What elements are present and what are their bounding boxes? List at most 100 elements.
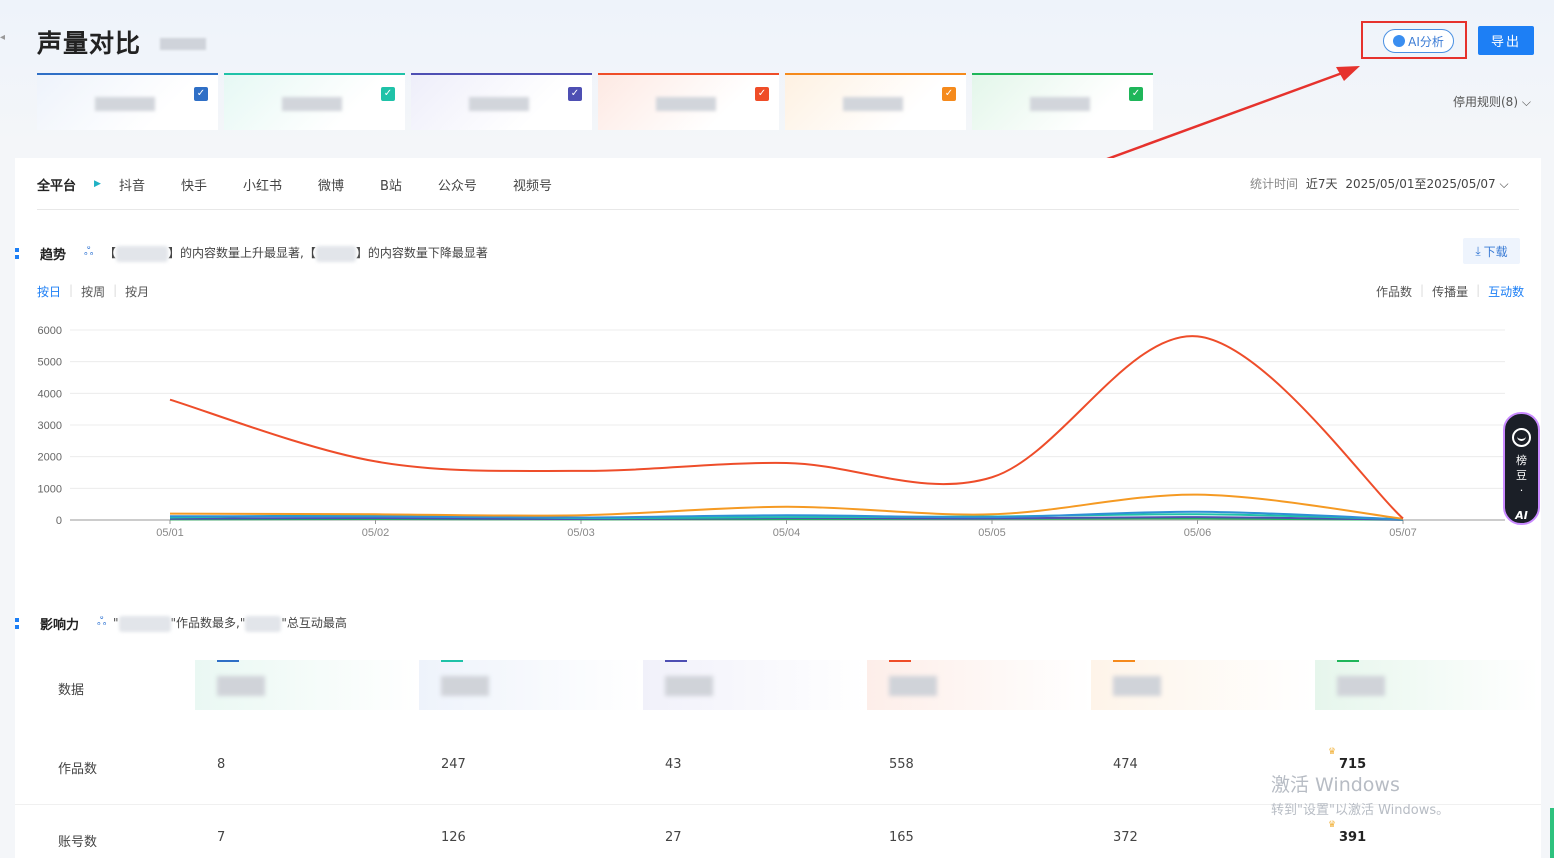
stat-time-dates: 2025/05/01至2025/05/07 ⌵: [1345, 177, 1509, 191]
watermark-line2: 转到"设置"以激活 Windows。: [1271, 803, 1450, 818]
brand-name-redacted: [843, 97, 903, 111]
separator: |: [69, 283, 74, 297]
trend-desc-part1: 】的内容数量上升最显著,【: [168, 246, 316, 260]
brand-name-redacted: [95, 97, 155, 111]
granularity-day[interactable]: 按日: [37, 283, 61, 300]
brand-card[interactable]: ✓: [972, 73, 1153, 130]
brand-checkbox[interactable]: ✓: [1129, 87, 1143, 101]
user-group-icon: ஃ: [84, 244, 94, 258]
brand-color-marker: [1337, 660, 1359, 662]
tab-kuaishou[interactable]: 快手: [181, 175, 207, 194]
x-tick-label: 05/01: [156, 527, 184, 539]
brand-checkbox[interactable]: ✓: [568, 87, 582, 101]
brand-color-marker: [441, 660, 463, 662]
brand-name-redacted: [217, 676, 265, 696]
brand-name-redacted: [1337, 676, 1385, 696]
stat-time-selector[interactable]: 统计时间 近7天 2025/05/01至2025/05/07 ⌵: [1250, 175, 1509, 192]
brand-card[interactable]: ✓: [224, 73, 405, 130]
trend-desc-open: 【: [104, 246, 117, 260]
brand-name-redacted: [665, 676, 713, 696]
trend-desc-part2: 】的内容数量下降最显著: [355, 246, 488, 260]
trend-description: 【 】的内容数量上升最显著,【 】的内容数量下降最显著: [104, 244, 488, 262]
user-group-icon: ஃ: [97, 614, 107, 628]
tab-xiaohongshu[interactable]: 小红书: [243, 175, 282, 194]
brand-color-marker: [217, 660, 239, 662]
y-tick-label: 6000: [38, 325, 62, 337]
row-label-works: 作品数: [58, 762, 98, 777]
brand-name-redacted: [1030, 97, 1090, 111]
works-count-cell: 8: [217, 757, 226, 772]
brand-card[interactable]: ✓: [785, 73, 966, 130]
brand-name-redacted: [889, 676, 937, 696]
tab-douyin[interactable]: 抖音: [119, 175, 145, 194]
series-line: [169, 335, 1404, 520]
brand-checkbox[interactable]: ✓: [381, 87, 395, 101]
influence-title: 影响力: [40, 618, 80, 633]
download-button[interactable]: ⤓ 下载: [1463, 238, 1520, 264]
brand-name-redacted: [441, 676, 489, 696]
stop-rules-dropdown[interactable]: 停用规则(8) ⌵: [1453, 93, 1531, 110]
brand-card[interactable]: ✓: [598, 73, 779, 130]
brand-name-redacted: [1113, 676, 1161, 696]
x-tick-label: 05/07: [1389, 527, 1417, 539]
trend-title: 趋势: [40, 248, 67, 263]
trend-line-chart: 0 1000 2000 3000 4000 5000 6000 05/01 05/02 05/03…: [38, 325, 1505, 539]
x-tick-label: 05/04: [773, 527, 801, 539]
granularity-week[interactable]: 按周: [81, 283, 105, 300]
y-tick-label: 4000: [38, 388, 62, 400]
tab-channels[interactable]: 视频号: [513, 175, 552, 194]
works-count-cell: 474: [1113, 757, 1138, 772]
tab-all-platforms[interactable]: 全平台: [37, 175, 76, 194]
x-tick-label: 05/03: [567, 527, 595, 539]
x-tick-label: 05/05: [978, 527, 1006, 539]
tab-official-account[interactable]: 公众号: [438, 175, 477, 194]
accounts-count-cell: 7: [217, 830, 226, 845]
y-tick-label: 5000: [38, 357, 62, 369]
tab-weibo[interactable]: 微博: [318, 175, 344, 194]
stat-time-label: 统计时间: [1250, 177, 1299, 191]
accounts-count-cell: 372: [1113, 830, 1138, 845]
brand-color-marker: [1113, 660, 1135, 662]
y-tick-label: 3000: [38, 420, 62, 432]
redacted-chip: [245, 615, 282, 632]
download-label: 下载: [1483, 244, 1508, 259]
metric-reach[interactable]: 传播量: [1432, 283, 1468, 300]
works-count-cell: 247: [441, 757, 466, 772]
influence-description: " "作品数最多," "总互动最高: [113, 614, 347, 632]
brand-color-marker: [665, 660, 687, 662]
brand-checkbox[interactable]: ✓: [942, 87, 956, 101]
download-icon: ⤓: [1475, 243, 1481, 258]
brand-checkbox[interactable]: ✓: [194, 87, 208, 101]
redacted-chip: [118, 615, 171, 632]
brand-card[interactable]: ✓: [411, 73, 592, 130]
crown-icon: ♛: [1328, 820, 1337, 830]
bangdou-ai-widget[interactable]: 榜 豆 · AI: [1503, 412, 1540, 525]
section-marker: [15, 248, 19, 252]
brand-card[interactable]: ✓: [37, 73, 218, 130]
influence-desc-open: ": [113, 616, 119, 630]
stat-time-range: 近7天: [1305, 177, 1338, 191]
watermark-line1: 激活 Windows: [1271, 774, 1400, 796]
accounts-count-cell: 27: [665, 830, 682, 845]
granularity-month[interactable]: 按月: [125, 283, 149, 300]
accounts-count-cell: 165: [889, 830, 914, 845]
divider: [37, 209, 1519, 210]
tab-bilibili[interactable]: B站: [380, 175, 402, 194]
metric-works[interactable]: 作品数: [1376, 283, 1412, 300]
section-marker: [15, 618, 19, 622]
separator: |: [1420, 283, 1425, 297]
platform-tabs: 全平台 ▶ 抖音 快手 小红书 微博 B站 公众号 视频号: [37, 175, 588, 194]
brand-name-redacted: [282, 97, 342, 111]
brand-checkbox[interactable]: ✓: [755, 87, 769, 101]
accounts-count-cell: 126: [441, 830, 466, 845]
metric-interactions[interactable]: 互动数: [1488, 283, 1524, 300]
separator: |: [113, 283, 118, 297]
caret-right-icon: ▶: [94, 179, 101, 189]
x-tick-label: 05/02: [362, 527, 390, 539]
redacted-chip: [116, 245, 169, 262]
widget-dot: ·: [1519, 484, 1524, 497]
smile-face-icon: [1512, 428, 1531, 447]
row-label-data: 数据: [58, 683, 85, 698]
widget-ai-label: AI: [1515, 509, 1528, 522]
granularity-switch: 按日 | 按周 | 按月: [37, 283, 149, 300]
